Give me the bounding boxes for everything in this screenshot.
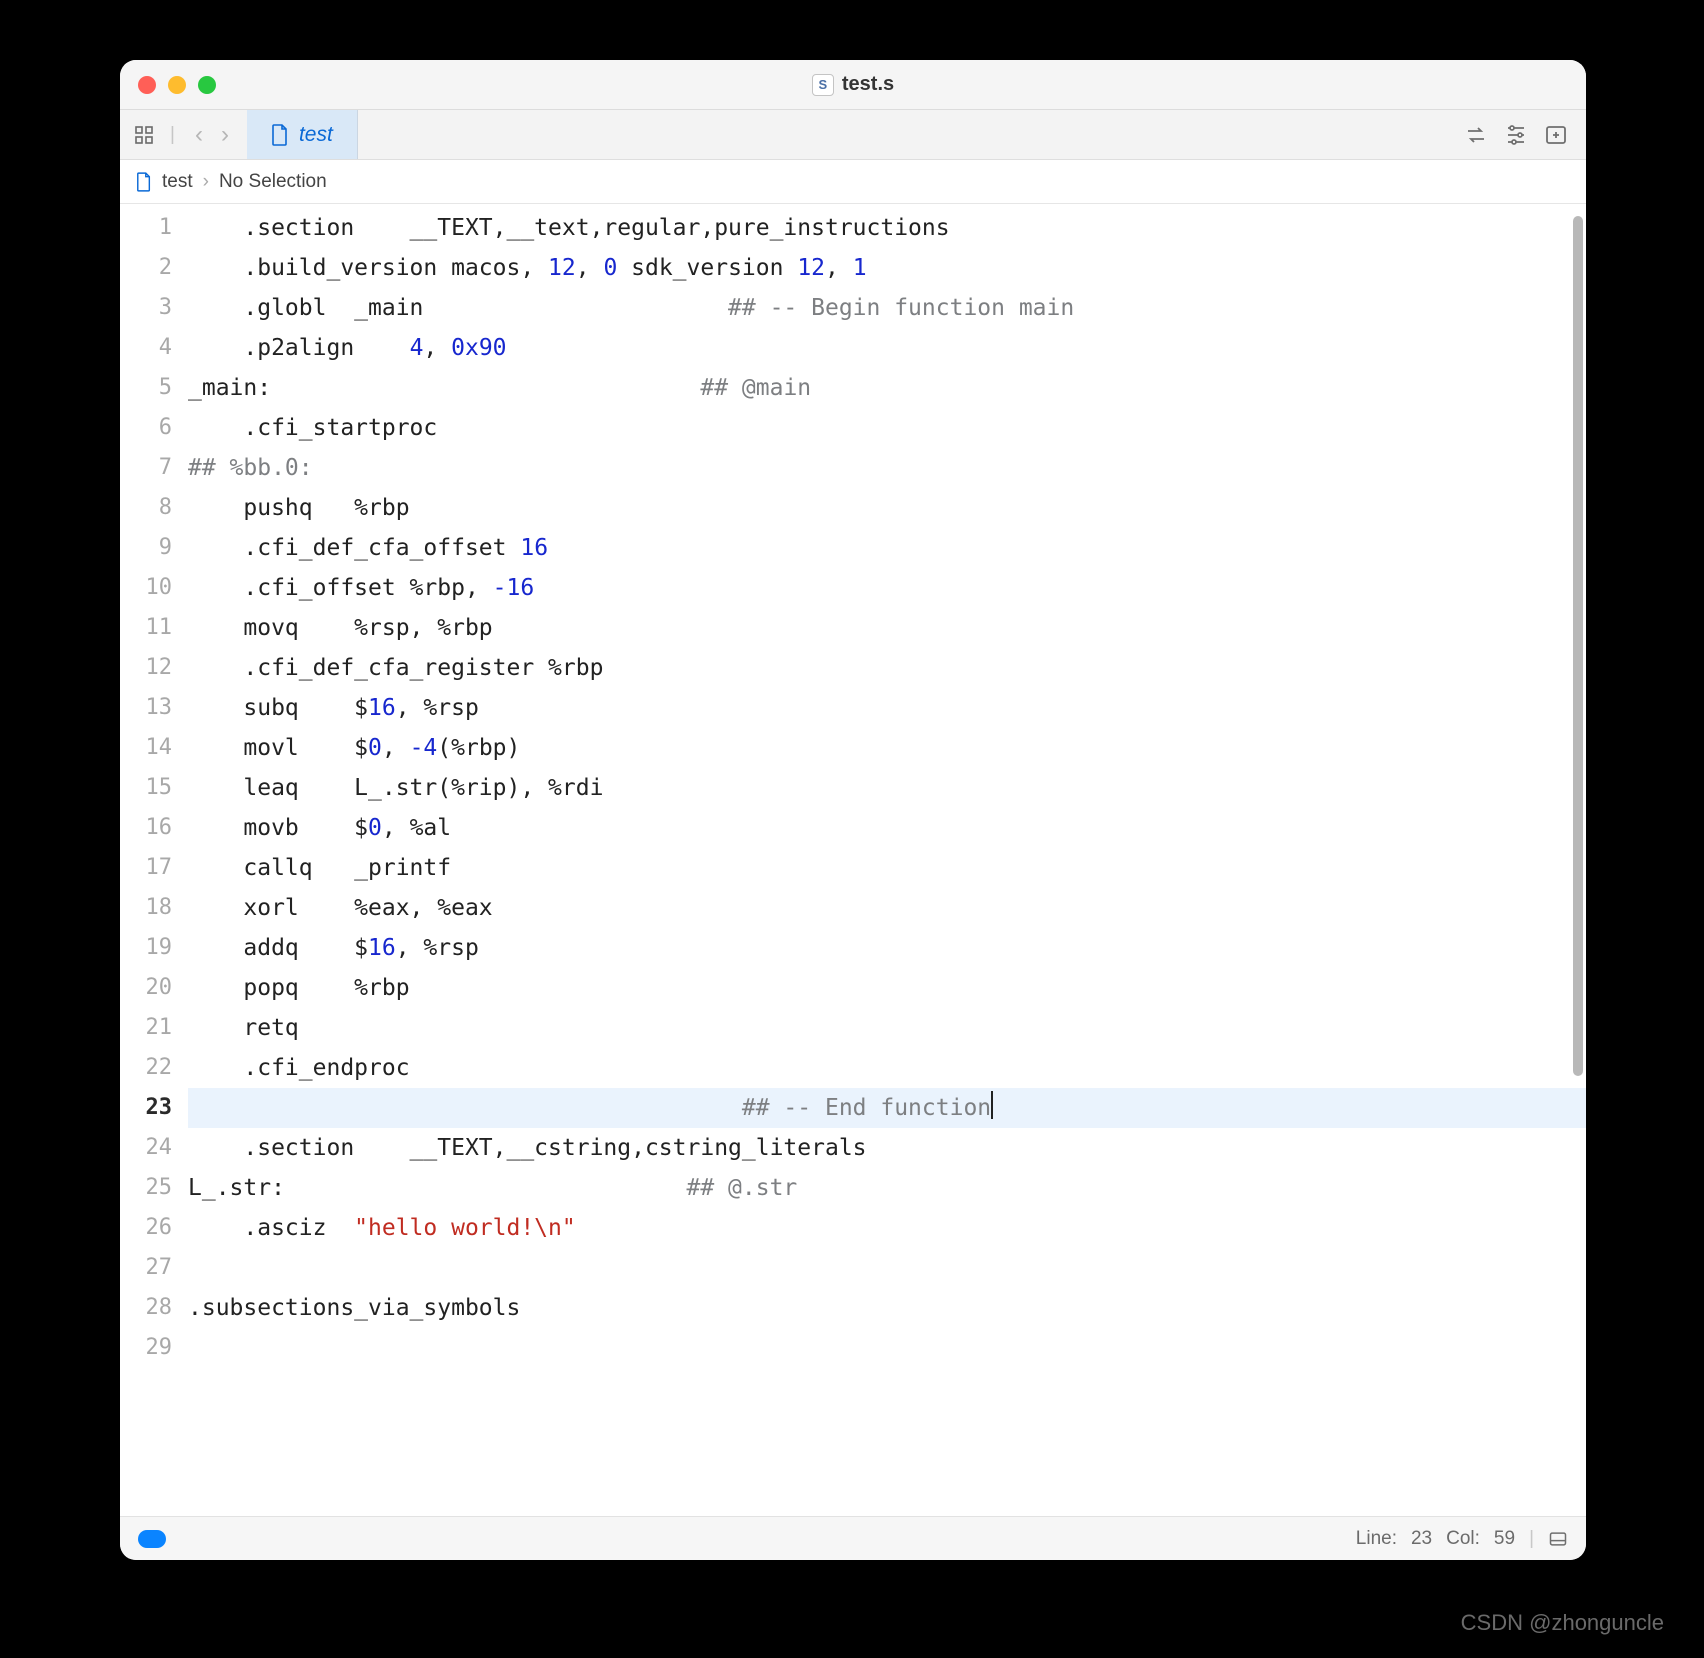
grid-icon[interactable]	[134, 125, 154, 145]
code-line[interactable]: popq %rbp	[188, 968, 1586, 1008]
cursor-line-label: Line:	[1356, 1528, 1397, 1550]
document-icon	[136, 172, 152, 192]
code-line[interactable]	[188, 1328, 1586, 1368]
watermark: CSDN @zhonguncle	[1461, 1610, 1664, 1636]
code-line[interactable]: .build_version macos, 12, 0 sdk_version …	[188, 248, 1586, 288]
tab-active[interactable]: test	[247, 110, 358, 159]
line-number: 1	[120, 208, 172, 248]
code-line[interactable]: callq _printf	[188, 848, 1586, 888]
swap-arrows-icon[interactable]	[1464, 123, 1488, 147]
code-line[interactable]: .p2align 4, 0x90	[188, 328, 1586, 368]
line-number: 28	[120, 1288, 172, 1328]
chevron-right-icon: ›	[203, 171, 209, 193]
code-content[interactable]: .section __TEXT,__text,regular,pure_inst…	[182, 204, 1586, 1516]
line-number: 17	[120, 848, 172, 888]
code-line[interactable]: .asciz "hello world!\n"	[188, 1208, 1586, 1248]
code-line[interactable]: subq $16, %rsp	[188, 688, 1586, 728]
line-number: 2	[120, 248, 172, 288]
code-line[interactable]: L_.str: ## @.str	[188, 1168, 1586, 1208]
line-number: 22	[120, 1048, 172, 1088]
line-number: 26	[120, 1208, 172, 1248]
breadcrumb-file: test	[162, 171, 193, 193]
status-bar: Line: 23 Col: 59 |	[120, 1516, 1586, 1560]
code-line[interactable]: .section __TEXT,__text,regular,pure_inst…	[188, 208, 1586, 248]
code-line[interactable]: .cfi_offset %rbp, -16	[188, 568, 1586, 608]
breadcrumb-selection: No Selection	[219, 171, 327, 193]
code-line[interactable]: .subsections_via_symbols	[188, 1288, 1586, 1328]
line-number: 27	[120, 1248, 172, 1288]
zoom-button[interactable]	[198, 76, 216, 94]
line-number: 15	[120, 768, 172, 808]
chevron-left-icon[interactable]: ‹	[191, 121, 207, 149]
cursor-col-value: 59	[1494, 1528, 1515, 1550]
line-number: 18	[120, 888, 172, 928]
code-line[interactable]: xorl %eax, %eax	[188, 888, 1586, 928]
code-line[interactable]: addq $16, %rsp	[188, 928, 1586, 968]
line-number: 25	[120, 1168, 172, 1208]
code-line[interactable]: movl $0, -4(%rbp)	[188, 728, 1586, 768]
separator: |	[164, 124, 181, 146]
status-indicator[interactable]	[138, 1530, 166, 1548]
code-line[interactable]: ## -- End function	[188, 1088, 1586, 1128]
line-number: 8	[120, 488, 172, 528]
cursor-line-value: 23	[1411, 1528, 1432, 1550]
traffic-lights	[120, 76, 216, 94]
line-number: 5	[120, 368, 172, 408]
scrollbar-thumb[interactable]	[1573, 216, 1583, 1076]
line-number: 11	[120, 608, 172, 648]
line-number-gutter: 1234567891011121314151617181920212223242…	[120, 204, 182, 1516]
code-line[interactable]: .cfi_def_cfa_offset 16	[188, 528, 1586, 568]
code-line[interactable]: movq %rsp, %rbp	[188, 608, 1586, 648]
code-line[interactable]: .cfi_def_cfa_register %rbp	[188, 648, 1586, 688]
line-number: 9	[120, 528, 172, 568]
code-line[interactable]: .cfi_endproc	[188, 1048, 1586, 1088]
line-number: 16	[120, 808, 172, 848]
code-line[interactable]: .cfi_startproc	[188, 408, 1586, 448]
add-panel-icon[interactable]	[1544, 123, 1568, 147]
line-number: 7	[120, 448, 172, 488]
code-line[interactable]: .globl _main ## -- Begin function main	[188, 288, 1586, 328]
tab-label: test	[299, 123, 333, 147]
window-title-text: test.s	[842, 73, 894, 96]
code-line[interactable]: ## %bb.0:	[188, 448, 1586, 488]
line-number: 6	[120, 408, 172, 448]
line-number: 23	[120, 1088, 172, 1128]
cursor-col-label: Col:	[1446, 1528, 1480, 1550]
editor-window: S test.s | ‹ › test	[120, 60, 1586, 1560]
window-title: S test.s	[120, 60, 1586, 109]
code-line[interactable]	[188, 1248, 1586, 1288]
line-number: 19	[120, 928, 172, 968]
titlebar: S test.s	[120, 60, 1586, 110]
code-line[interactable]: .section __TEXT,__cstring,cstring_litera…	[188, 1128, 1586, 1168]
document-icon	[271, 124, 289, 146]
tab-bar: | ‹ › test	[120, 110, 1586, 160]
code-line[interactable]: _main: ## @main	[188, 368, 1586, 408]
line-number: 4	[120, 328, 172, 368]
line-number: 29	[120, 1328, 172, 1368]
text-caret	[991, 1091, 993, 1119]
code-line[interactable]: movb $0, %al	[188, 808, 1586, 848]
line-number: 10	[120, 568, 172, 608]
code-line[interactable]: leaq L_.str(%rip), %rdi	[188, 768, 1586, 808]
line-number: 13	[120, 688, 172, 728]
file-type-badge: S	[812, 74, 834, 96]
line-number: 21	[120, 1008, 172, 1048]
code-line[interactable]: pushq %rbp	[188, 488, 1586, 528]
separator: |	[1529, 1528, 1534, 1550]
line-number: 14	[120, 728, 172, 768]
line-number: 3	[120, 288, 172, 328]
line-number: 20	[120, 968, 172, 1008]
code-editor[interactable]: 1234567891011121314151617181920212223242…	[120, 204, 1586, 1516]
breadcrumb[interactable]: test › No Selection	[120, 160, 1586, 204]
minimize-button[interactable]	[168, 76, 186, 94]
code-line[interactable]: retq	[188, 1008, 1586, 1048]
adjust-icon[interactable]	[1504, 123, 1528, 147]
close-button[interactable]	[138, 76, 156, 94]
line-number: 24	[120, 1128, 172, 1168]
chevron-right-icon[interactable]: ›	[217, 121, 233, 149]
panel-toggle-icon[interactable]	[1548, 1529, 1568, 1549]
line-number: 12	[120, 648, 172, 688]
